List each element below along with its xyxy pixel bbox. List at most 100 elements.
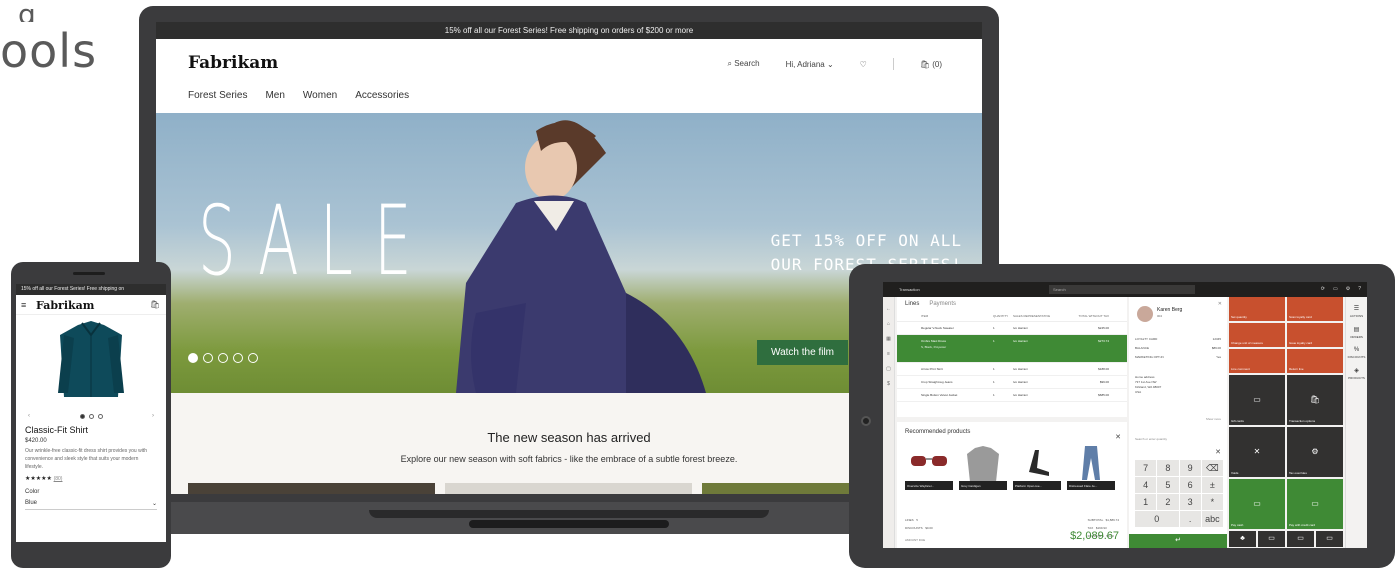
tab-lines[interactable]: Lines bbox=[905, 301, 919, 307]
line-comment-tile[interactable]: Line comment bbox=[1229, 349, 1285, 373]
pay-cash-tile[interactable]: ▭ Pay cash bbox=[1229, 479, 1285, 529]
numpad-key-abc[interactable]: abc bbox=[1201, 511, 1223, 527]
side-actions[interactable]: ☰ ACTIONS bbox=[1346, 305, 1367, 318]
show-more-link[interactable]: Show more bbox=[1206, 417, 1221, 421]
product-card[interactable]: Grey Cardigan bbox=[959, 442, 1007, 490]
back-icon[interactable]: ← bbox=[883, 306, 894, 312]
close-icon[interactable]: ✕ bbox=[1215, 448, 1221, 456]
product-description: Our wrinkle-free classic-fit dress shirt… bbox=[25, 448, 147, 470]
pay-card-tile[interactable]: ▭ Pay with credit card bbox=[1287, 479, 1343, 529]
settings-icon[interactable]: ⚙ bbox=[1346, 286, 1350, 292]
nav-item-women[interactable]: Women bbox=[303, 90, 337, 101]
carousel-dot-2[interactable] bbox=[203, 353, 213, 363]
customer-name[interactable]: Karen Berg bbox=[1157, 307, 1182, 313]
site-logo[interactable]: Fabrikam bbox=[188, 53, 278, 73]
change-unit-tile[interactable]: Change unit of measure bbox=[1229, 323, 1285, 347]
bag-icon[interactable]: ▢ bbox=[883, 366, 894, 372]
pos-search-input[interactable]: Search bbox=[1049, 285, 1195, 294]
numpad-key-9[interactable]: 9 bbox=[1179, 460, 1201, 476]
transaction-options-tile[interactable]: 🛍 Transaction options bbox=[1287, 375, 1343, 425]
numpad-input[interactable]: Search or enter quantity bbox=[1129, 432, 1227, 446]
numpad-key-6[interactable]: 6 bbox=[1179, 477, 1201, 493]
row-item: Ombre Maxi Dress S, Black, Polyester bbox=[921, 339, 993, 358]
site-nav: Forest Series Men Women Accessories bbox=[156, 78, 982, 112]
carousel-dot-3[interactable] bbox=[218, 353, 228, 363]
product-card[interactable]: Oversize Wayfarer... bbox=[905, 442, 953, 490]
bag-icon[interactable]: 🛍 bbox=[150, 300, 160, 309]
carousel-prev-icon[interactable]: ‹ bbox=[28, 413, 30, 419]
row-total: $188.00 bbox=[1098, 367, 1109, 371]
total-value: $1,889.74 bbox=[1105, 518, 1119, 522]
voids-tile[interactable]: ✕ Voids bbox=[1229, 427, 1285, 477]
set-quantity-tile[interactable]: Set quantity bbox=[1229, 297, 1285, 321]
product-dot-3[interactable] bbox=[97, 413, 103, 419]
phone-logo[interactable]: Fabrikam bbox=[36, 299, 94, 312]
numpad-key-0[interactable]: 0 bbox=[1135, 511, 1179, 527]
carousel-dot-5[interactable] bbox=[248, 353, 258, 363]
backspace-icon[interactable]: ⌫ bbox=[1201, 460, 1223, 476]
scan-loyalty-tile[interactable]: Scan loyalty card bbox=[1287, 297, 1343, 321]
side-products[interactable]: ◈ PRODUCTS bbox=[1346, 367, 1367, 380]
grid-icon[interactable]: ▦ bbox=[883, 336, 894, 342]
nav-item-men[interactable]: Men bbox=[265, 90, 284, 101]
numpad-key-5[interactable]: 5 bbox=[1157, 477, 1179, 493]
side-discounts[interactable]: % DISCOUNTS bbox=[1346, 347, 1367, 359]
close-icon[interactable]: ✕ bbox=[1218, 301, 1222, 307]
numpad-key-4[interactable]: 4 bbox=[1135, 477, 1157, 493]
side-orders[interactable]: ▤ ORDERS bbox=[1346, 326, 1367, 339]
table-row[interactable]: Arrow Print Skirt 1 Ivo Harrani $188.00 bbox=[897, 363, 1127, 376]
carousel-next-icon[interactable]: › bbox=[152, 413, 154, 419]
heart-icon[interactable]: ♡ bbox=[860, 60, 867, 69]
nav-item-accessories[interactable]: Accessories bbox=[355, 90, 409, 101]
season-thumb-1[interactable] bbox=[188, 483, 435, 494]
account-greeting: Hi, Adriana bbox=[785, 59, 825, 69]
search-link[interactable]: ⌕ Search bbox=[728, 59, 760, 69]
numpad-key-7[interactable]: 7 bbox=[1135, 460, 1157, 476]
gift-cards-tile[interactable]: ▭ Gift cards bbox=[1229, 375, 1285, 425]
product-card[interactable]: Distressed Flare Je... bbox=[1067, 442, 1115, 490]
issue-loyalty-tile[interactable]: Issue loyalty card bbox=[1287, 323, 1343, 347]
table-row[interactable]: Regular V-Neck Sweater 1 Ivo Harrani $24… bbox=[897, 322, 1127, 335]
hamburger-menu-icon[interactable]: ≡ bbox=[21, 300, 26, 310]
numpad-key-8[interactable]: 8 bbox=[1157, 460, 1179, 476]
help-icon[interactable]: ? bbox=[1358, 286, 1361, 292]
numpad-key-1[interactable]: 1 bbox=[1135, 494, 1157, 510]
card-icon[interactable]: ▭ bbox=[1287, 531, 1314, 547]
tax-overrides-tile[interactable]: ⚙ Tax overrides bbox=[1287, 427, 1343, 477]
product-card[interactable]: Platform Open-toe... bbox=[1013, 442, 1061, 490]
carousel-dot-1[interactable] bbox=[188, 353, 198, 363]
cart-link[interactable]: 🛍 (0) bbox=[920, 60, 942, 69]
home-icon[interactable]: ⌂ bbox=[883, 321, 894, 327]
refresh-icon[interactable]: ⟳ bbox=[1321, 286, 1325, 292]
table-row[interactable]: Crop Straight-leg Jeans 1 Ivo Harrani $9… bbox=[897, 376, 1127, 389]
list-icon[interactable]: ≡ bbox=[883, 351, 894, 357]
numpad-key-2[interactable]: 2 bbox=[1157, 494, 1179, 510]
tab-payments[interactable]: Payments bbox=[929, 301, 956, 307]
review-count-link[interactable]: (80) bbox=[54, 476, 63, 482]
window-icon[interactable]: ▭ bbox=[1333, 286, 1338, 292]
dollar-icon[interactable]: $ bbox=[883, 381, 894, 387]
return-line-tile[interactable]: Return line bbox=[1287, 349, 1343, 373]
group-icon[interactable]: ♣ bbox=[1229, 531, 1256, 547]
nav-item-forest-series[interactable]: Forest Series bbox=[188, 90, 247, 101]
card-icon[interactable]: ▭ bbox=[1316, 531, 1343, 547]
numpad-key-decimal[interactable]: . bbox=[1179, 511, 1201, 527]
numpad-key-3[interactable]: 3 bbox=[1179, 494, 1201, 510]
numpad-key-multiply[interactable]: * bbox=[1201, 494, 1223, 510]
product-dot-2[interactable] bbox=[88, 413, 94, 419]
numpad-key-plusminus[interactable]: ± bbox=[1201, 477, 1223, 493]
row-qty: 1 bbox=[993, 393, 995, 397]
season-thumb-2[interactable] bbox=[445, 483, 692, 494]
watch-film-button[interactable]: Watch the film bbox=[757, 340, 848, 365]
carousel-dot-4[interactable] bbox=[233, 353, 243, 363]
account-menu[interactable]: Hi, Adriana ⌄ bbox=[786, 60, 834, 69]
side-label: ACTIONS bbox=[1349, 314, 1364, 318]
enter-button[interactable]: ↵ bbox=[1129, 534, 1227, 548]
table-row[interactable]: Single Button Velvet Jacket 1 Ivo Harran… bbox=[897, 389, 1127, 402]
card-icon[interactable]: ▭ bbox=[1258, 531, 1285, 547]
table-row-selected[interactable]: Ombre Maxi Dress S, Black, Polyester 1 Iv… bbox=[897, 335, 1127, 363]
color-select[interactable]: Blue ⌄ bbox=[25, 500, 157, 510]
close-icon[interactable]: ✕ bbox=[1115, 433, 1121, 441]
total-value: 5 bbox=[916, 518, 918, 522]
product-dot-1[interactable] bbox=[79, 413, 85, 419]
